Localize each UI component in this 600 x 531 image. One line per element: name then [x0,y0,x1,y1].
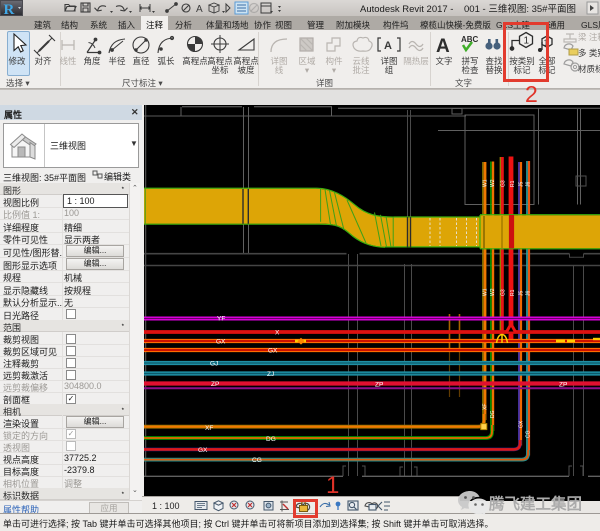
svg-text:R1: R1 [510,180,516,187]
svg-text:J5: J5 [519,291,525,297]
svg-text:A: A [196,4,203,15]
svg-text:ZP: ZP [375,382,383,389]
svg-text:DG: DG [266,436,276,443]
svg-text:GX: GX [216,339,226,346]
svg-text:XF: XF [483,404,489,410]
svg-text:R: R [4,2,15,16]
svg-text:G3: G3 [501,180,507,187]
svg-text:GX: GX [268,348,278,355]
svg-text:Autodesk Revit 2017 - 001 -: Autodesk Revit 2017 - 001 - 三维视图: 35#平面图 [360,3,576,15]
svg-text:J5: J5 [519,182,525,188]
svg-text:GJ: GJ [210,361,218,368]
svg-text:ABC: ABC [461,35,479,44]
svg-text:DG: DG [490,410,496,418]
svg-text:G3: G3 [501,289,507,296]
svg-text:W1: W1 [483,288,489,296]
svg-text:A: A [384,40,392,52]
svg-text:W2: W2 [490,288,496,296]
svg-text:GX: GX [198,447,208,454]
svg-text:X: X [275,330,280,337]
svg-text:A: A [436,36,450,57]
svg-text:J6: J6 [526,291,532,297]
svg-text:YF: YF [217,316,225,323]
svg-text:GX: GX [519,420,525,428]
svg-text:XF: XF [205,425,213,432]
svg-text:W1: W1 [483,179,489,187]
svg-text:J6: J6 [526,182,532,188]
svg-text:ZJ: ZJ [267,371,274,378]
svg-text:腾飞建工集团: 腾飞建工集团 [489,494,582,513]
svg-text:W2: W2 [490,179,496,187]
svg-text:CG: CG [252,457,262,464]
svg-text:ZP: ZP [211,381,219,388]
svg-text:ZP: ZP [559,382,567,389]
svg-text:CG: CG [526,430,532,438]
svg-text:R1: R1 [510,289,516,296]
